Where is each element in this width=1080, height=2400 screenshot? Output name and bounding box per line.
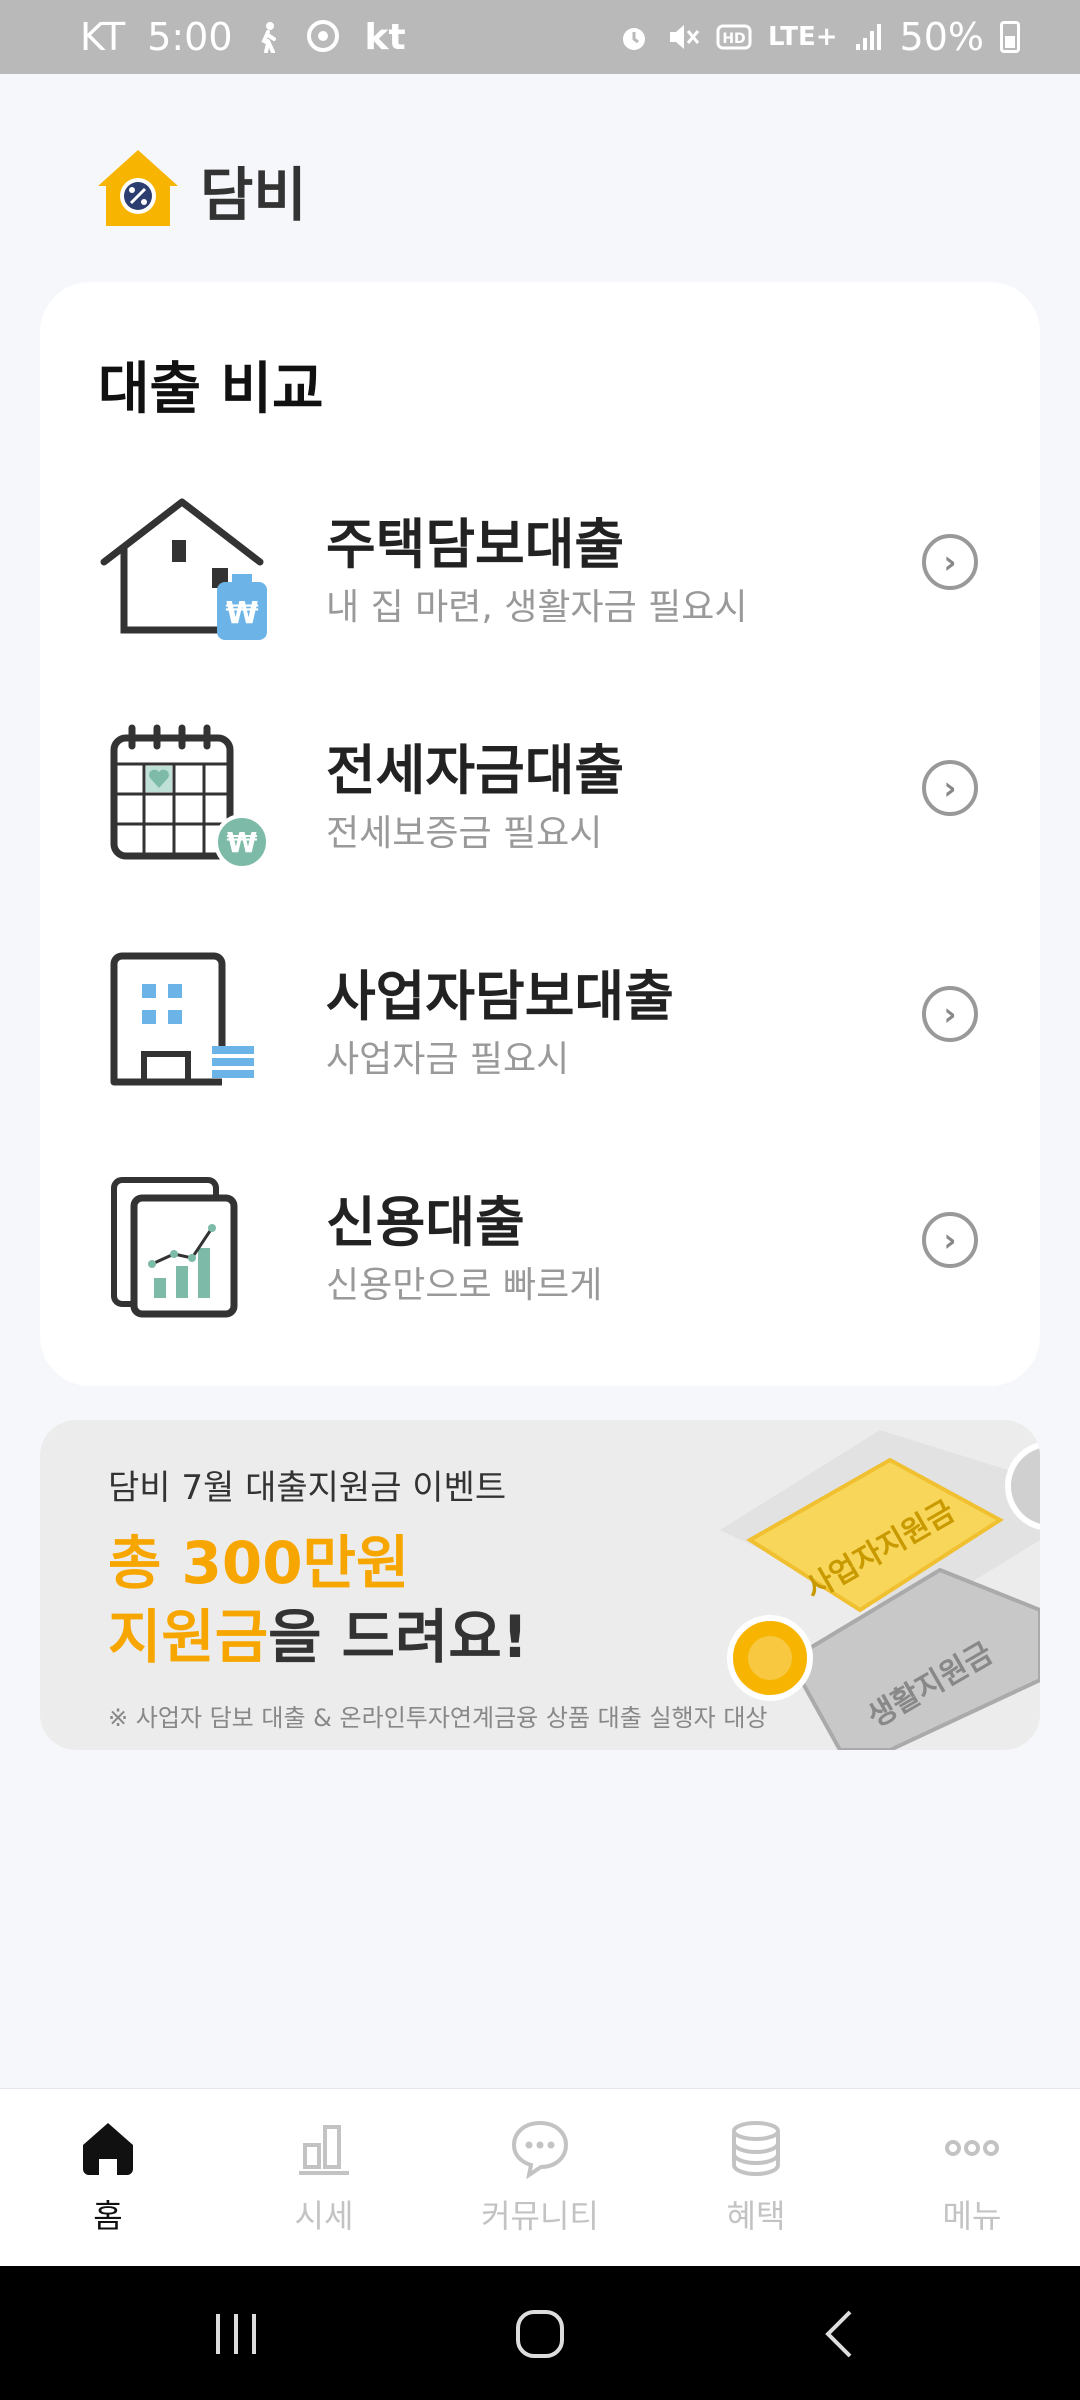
loan-name: 사업자담보대출 [326, 965, 674, 1028]
coupon-illustration: 사업자지원금 생활지원금 [720, 1430, 1040, 1750]
chevron-right-icon[interactable]: › [922, 534, 978, 590]
svg-text:HD: HD [722, 31, 745, 47]
chevron-right-icon[interactable]: › [922, 760, 978, 816]
nav-menu[interactable]: 메뉴 [864, 2089, 1080, 2266]
home-icon [83, 2123, 133, 2175]
nav-label: 시세 [294, 2197, 354, 2235]
loan-item-business[interactable]: 사업자담보대출 사업자금 필요시 › [40, 912, 1040, 1112]
hd-icon: HD [716, 23, 752, 51]
mute-icon [666, 21, 700, 53]
section-title: 대출 비교 [98, 357, 324, 422]
building-icon [110, 952, 254, 1086]
app-header: 담비 [94, 146, 307, 234]
nav-label: 홈 [93, 2197, 123, 2235]
alarm-icon [618, 21, 650, 53]
loan-item-jeonse[interactable]: ₩ 전세자금대출 전세보증금 필요시 › [40, 686, 1040, 886]
loan-name: 전세자금대출 [326, 739, 625, 802]
clock-text: 5:00 [147, 15, 233, 59]
system-nav-bar [0, 2266, 1080, 2400]
loan-desc: 신용만으로 빠르게 [326, 1265, 603, 1306]
bottom-nav: 홈 시세 커뮤니티 혜택 메뉴 [0, 2088, 1080, 2266]
dambi-logo-icon [98, 150, 178, 226]
battery-icon [1000, 21, 1020, 53]
loan-desc: 전세보증금 필요시 [326, 813, 603, 854]
chat-app-icon [305, 20, 343, 54]
bar-chart-icon [299, 2125, 349, 2175]
calendar-won-icon: ₩ [110, 724, 270, 870]
loan-name: 신용대출 [326, 1191, 525, 1254]
loan-desc: 사업자금 필요시 [326, 1039, 570, 1080]
status-bar: KT 5:00 kt HD LTE+ 50% [0, 0, 1080, 74]
nav-benefits[interactable]: 혜택 [648, 2089, 864, 2266]
nav-label: 커뮤니티 [481, 2197, 599, 2235]
nav-home[interactable]: 홈 [0, 2089, 216, 2266]
chevron-right-icon[interactable]: › [922, 986, 978, 1042]
battery-percent: 50% [899, 15, 984, 59]
home-button-icon[interactable] [508, 2302, 572, 2366]
banner-note: ※ 사업자 담보 대출 & 온라인투자연계금융 상품 대출 실행자 대상 [108, 1704, 768, 1732]
svg-text:₩: ₩ [225, 596, 258, 631]
event-banner[interactable]: 담비 7월 대출지원금 이벤트 총 300만원 지원금을 드려요! ※ 사업자 … [40, 1420, 1040, 1750]
recent-apps-icon[interactable] [204, 2302, 268, 2366]
chat-bubble-icon [511, 2120, 569, 2179]
more-dots-icon [945, 2140, 999, 2156]
banner-headline-2: 지원금을 드려요! [108, 1590, 528, 1674]
chevron-right-icon[interactable]: › [922, 1212, 978, 1268]
loan-name: 주택담보대출 [326, 513, 625, 576]
svg-text:₩: ₩ [227, 826, 258, 859]
loan-desc: 내 집 마련, 생활자금 필요시 [326, 587, 748, 628]
signal-icon [854, 22, 884, 52]
loan-compare-card: 대출 비교 ₩ 주택담보대출 내 집 마련, 생활자금 필요시 › ₩ 전세자금… [40, 282, 1040, 1386]
brand-name: 담비 [200, 161, 307, 229]
nav-label: 혜택 [726, 2197, 786, 2235]
banner-subtitle: 담비 7월 대출지원금 이벤트 [108, 1468, 507, 1508]
loan-item-mortgage[interactable]: ₩ 주택담보대출 내 집 마련, 생활자금 필요시 › [40, 460, 1040, 660]
house-won-icon: ₩ [100, 498, 267, 640]
coin-stack-icon [732, 2121, 780, 2177]
carrier-logo-text: kt [364, 16, 406, 58]
walking-icon [255, 21, 283, 53]
nav-label: 메뉴 [942, 2197, 1002, 2235]
banner-headline-1: 총 300만원 [108, 1529, 410, 1597]
carrier-text: KT [80, 15, 126, 59]
nav-market[interactable]: 시세 [216, 2089, 432, 2266]
network-type: LTE+ [767, 22, 838, 52]
loan-item-credit[interactable]: 신용대출 신용만으로 빠르게 › [40, 1138, 1040, 1338]
credit-chart-icon [111, 1177, 238, 1318]
banner-highlight: 지원금 [108, 1603, 269, 1671]
nav-community[interactable]: 커뮤니티 [432, 2089, 648, 2266]
banner-headline-rest: 을 드려요! [268, 1603, 529, 1671]
back-icon[interactable] [810, 2302, 874, 2366]
